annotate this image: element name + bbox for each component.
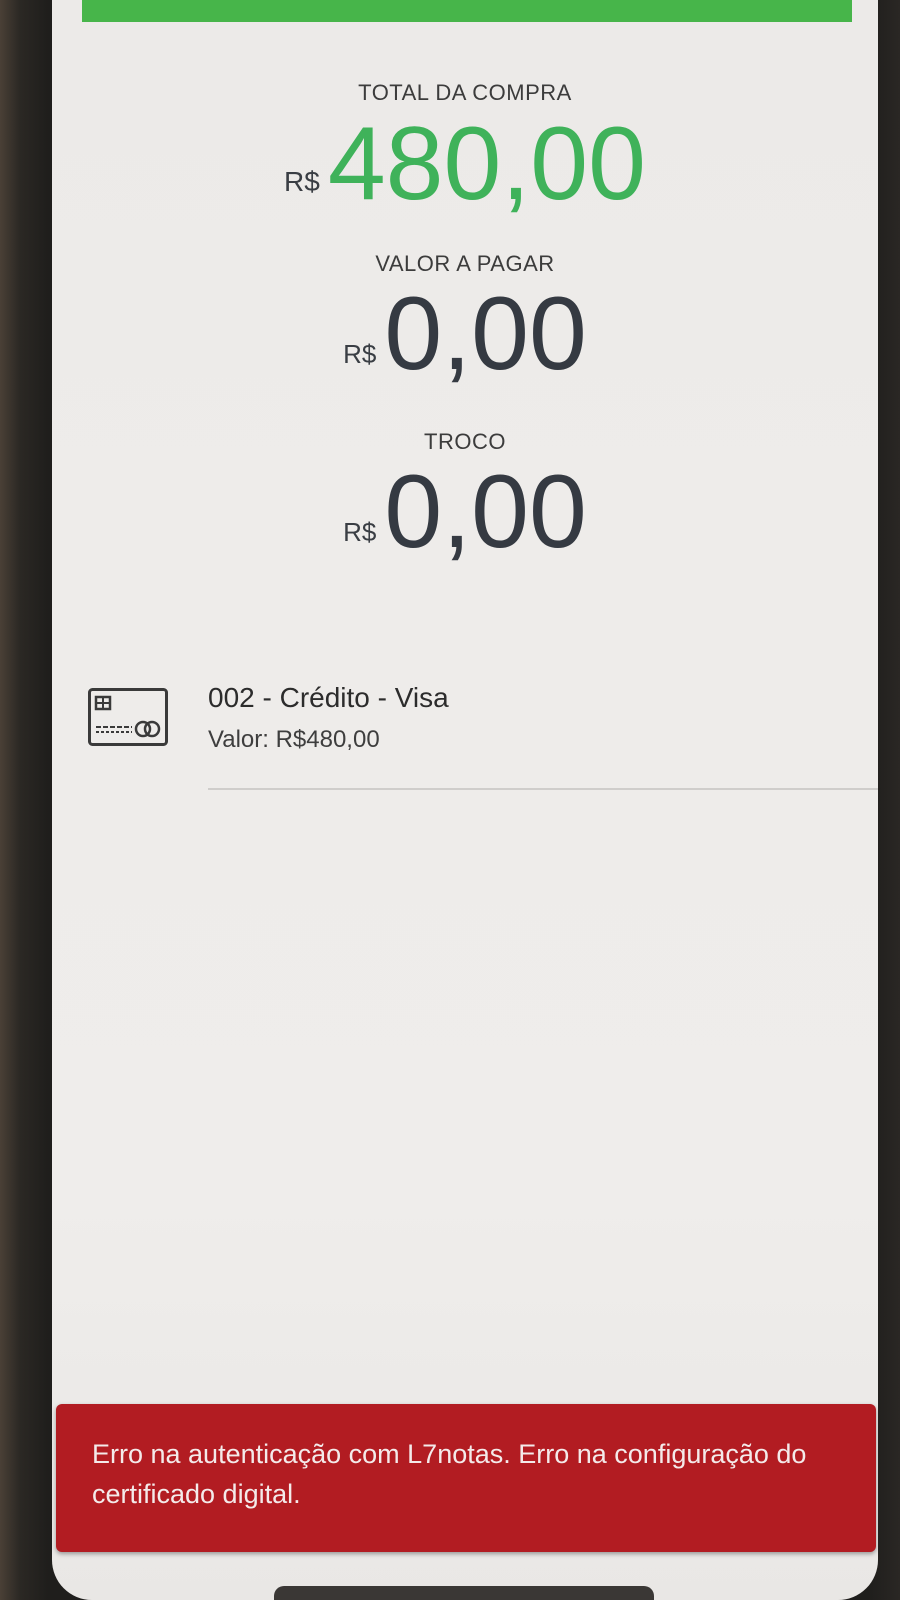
to-pay-amount: R$ 0,00 bbox=[52, 282, 878, 386]
error-snackbar[interactable]: Erro na autenticação com L7notas. Erro n… bbox=[56, 1404, 876, 1552]
payment-value: Valor: R$480,00 bbox=[208, 726, 380, 753]
to-pay-value: 0,00 bbox=[384, 276, 587, 392]
total-value: 480,00 bbox=[327, 106, 646, 222]
change-label: TROCO bbox=[424, 429, 506, 454]
to-pay-currency: R$ bbox=[343, 339, 377, 369]
error-message: Erro na autenticação com L7notas. Erro n… bbox=[92, 1439, 807, 1509]
total-currency: R$ bbox=[284, 166, 320, 197]
total-label: TOTAL DA COMPRA bbox=[358, 80, 572, 105]
payment-title: 002 - Crédito - Visa bbox=[208, 682, 449, 713]
top-status-bar bbox=[82, 0, 852, 22]
list-divider bbox=[208, 788, 878, 790]
app-screen: TOTAL DA COMPRA R$ 480,00 VALOR A PAGAR … bbox=[52, 0, 878, 1600]
to-pay-label: VALOR A PAGAR bbox=[375, 251, 555, 276]
home-indicator bbox=[274, 1586, 654, 1600]
change-value: 0,00 bbox=[384, 454, 587, 570]
change-amount: R$ 0,00 bbox=[52, 460, 878, 564]
payment-list-item[interactable]: 002 - Crédito - Visa Valor: R$480,00 bbox=[88, 678, 878, 788]
total-amount: R$ 480,00 bbox=[52, 112, 878, 216]
change-currency: R$ bbox=[343, 517, 377, 547]
device-frame: TOTAL DA COMPRA R$ 480,00 VALOR A PAGAR … bbox=[0, 0, 900, 1600]
credit-card-icon bbox=[88, 688, 168, 746]
